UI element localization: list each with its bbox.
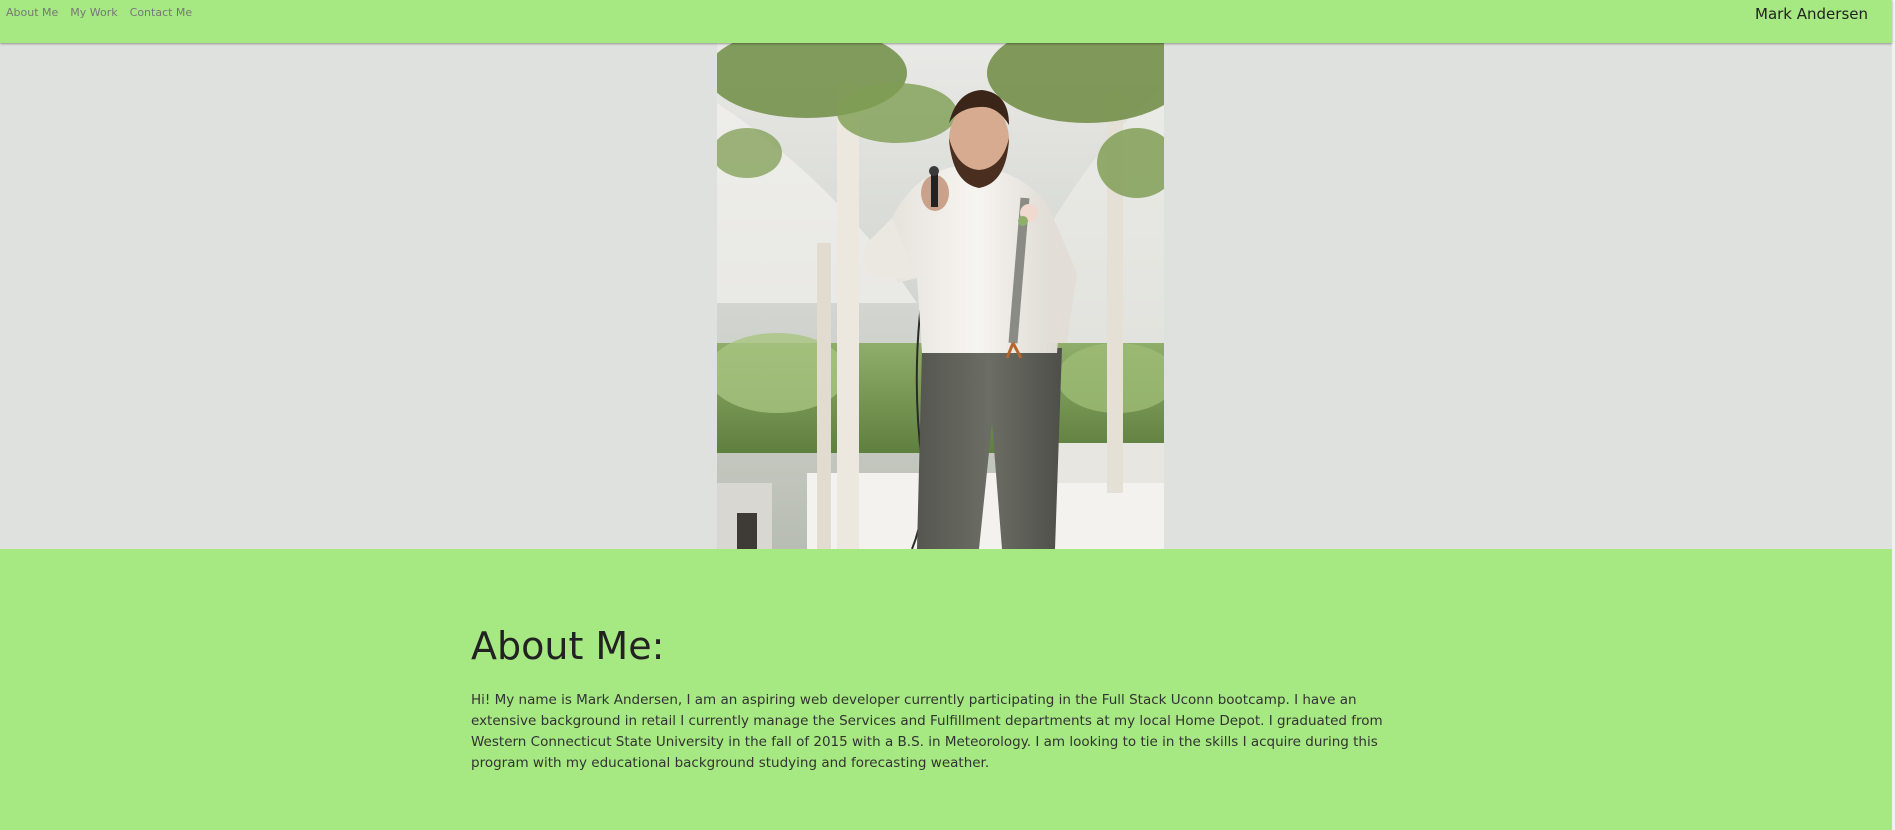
- page: About Me My Work Contact Me Mark Anderse…: [0, 0, 1895, 830]
- nav-link-my-work[interactable]: My Work: [70, 6, 117, 19]
- nav-link-about-me[interactable]: About Me: [6, 6, 58, 19]
- navbar: About Me My Work Contact Me Mark Anderse…: [0, 0, 1892, 43]
- nav-links: About Me My Work Contact Me: [6, 6, 192, 19]
- about-section: About Me: Hi! My name is Mark Andersen, …: [0, 549, 1892, 830]
- portrait-photo: [717, 43, 1164, 549]
- hero-banner: [0, 43, 1892, 549]
- main-content: About Me My Work Contact Me Mark Anderse…: [0, 0, 1892, 830]
- brand-name[interactable]: Mark Andersen: [1755, 5, 1868, 23]
- nav-link-contact-me[interactable]: Contact Me: [130, 6, 193, 19]
- about-paragraph: Hi! My name is Mark Andersen, I am an as…: [471, 692, 1383, 771]
- about-title: About Me:: [471, 624, 665, 668]
